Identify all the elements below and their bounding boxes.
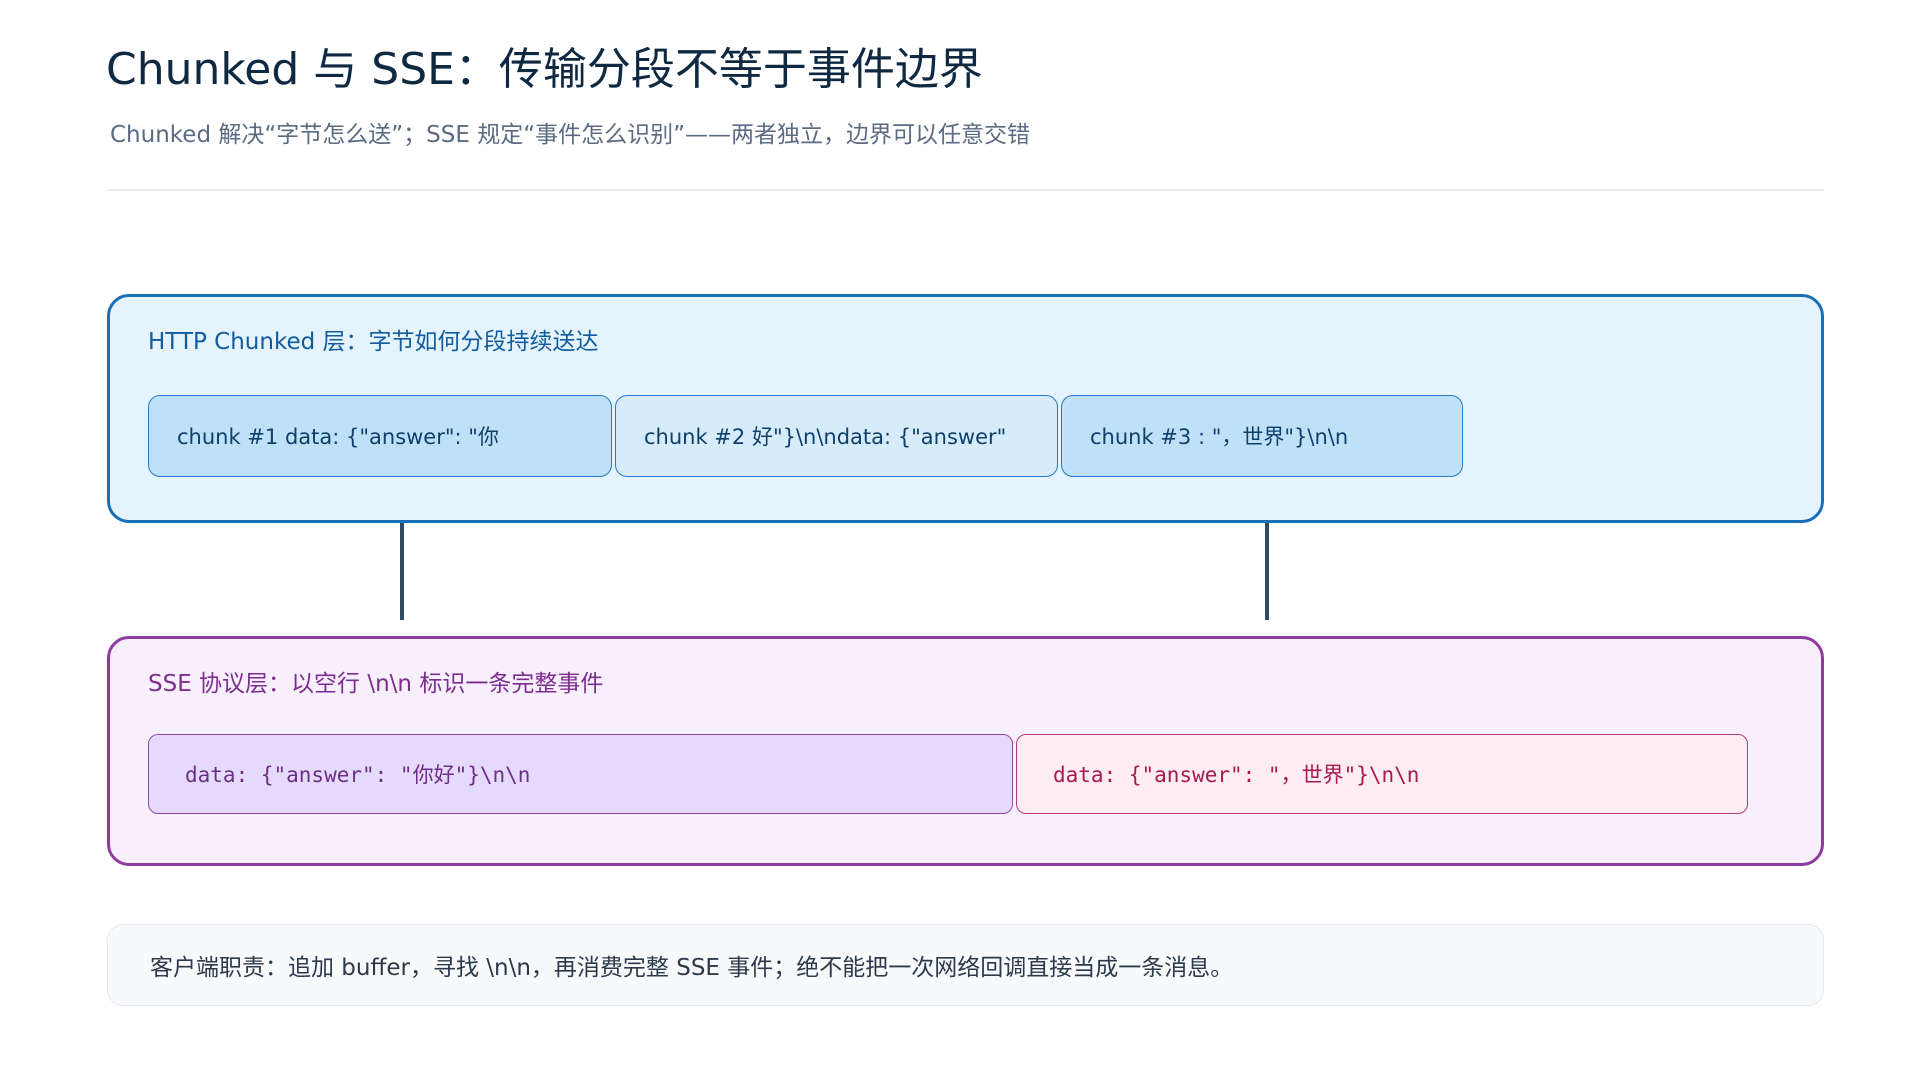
page-title: Chunked 与 SSE：传输分段不等于事件边界: [106, 44, 983, 95]
chunk-2-box: chunk #2 好"}\n\ndata: {"answer": [615, 395, 1058, 477]
sse-layer-label: SSE 协议层：以空行 \n\n 标识一条完整事件: [148, 671, 604, 697]
connector-line-right: [1265, 523, 1269, 620]
sse-event-2-box: data: {"answer": "，世界"}\n\n: [1016, 734, 1748, 814]
chunk-3-box: chunk #3 : "，世界"}\n\n: [1061, 395, 1463, 477]
sse-protocol-layer: SSE 协议层：以空行 \n\n 标识一条完整事件 data: {"answer…: [107, 636, 1824, 866]
client-responsibility-note: 客户端职责：追加 buffer，寻找 \n\n，再消费完整 SSE 事件；绝不能…: [107, 924, 1824, 1006]
page-subtitle: Chunked 解决“字节怎么送”；SSE 规定“事件怎么识别”——两者独立，边…: [110, 122, 1031, 148]
http-layer-label: HTTP Chunked 层：字节如何分段持续送达: [148, 329, 599, 355]
sse-event-2-text: data: {"answer": "，世界"}\n\n: [1053, 763, 1420, 787]
sse-event-1-box: data: {"answer": "你好"}\n\n: [148, 734, 1013, 814]
chunk-3-text: chunk #3 : "，世界"}\n\n: [1090, 425, 1349, 449]
chunk-1-box: chunk #1 data: {"answer": "你: [148, 395, 612, 477]
chunk-1-text: chunk #1 data: {"answer": "你: [177, 425, 499, 449]
chunk-2-text: chunk #2 好"}\n\ndata: {"answer": [644, 425, 1007, 449]
connector-line-left: [400, 523, 404, 620]
http-chunked-layer: HTTP Chunked 层：字节如何分段持续送达 chunk #1 data:…: [107, 294, 1824, 523]
header-divider: [107, 189, 1824, 191]
note-text: 客户端职责：追加 buffer，寻找 \n\n，再消费完整 SSE 事件；绝不能…: [150, 955, 1234, 981]
sse-event-1-text: data: {"answer": "你好"}\n\n: [185, 763, 531, 787]
